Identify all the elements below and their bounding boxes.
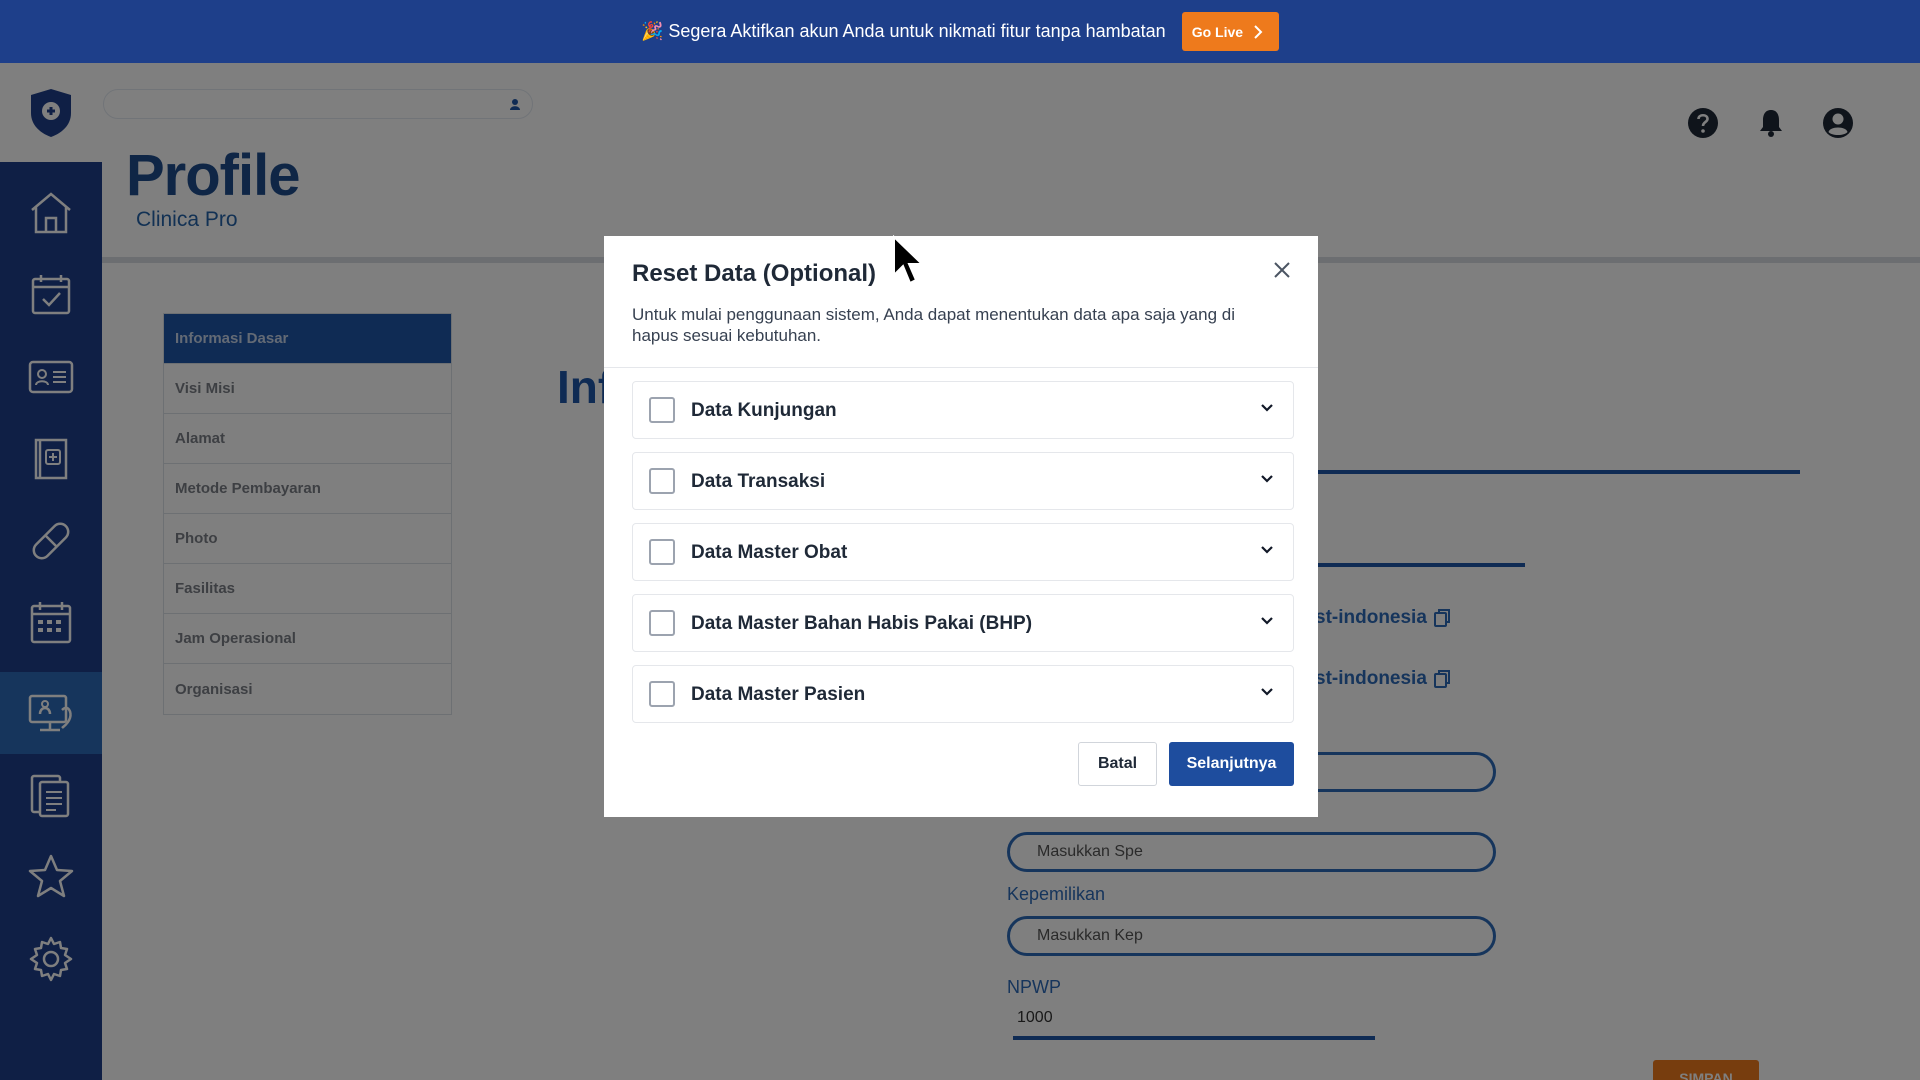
banner-message: 🎉 Segera Aktifkan akun Anda untuk nikmat… bbox=[640, 21, 1166, 41]
modal-divider bbox=[604, 367, 1318, 368]
checkbox[interactable] bbox=[649, 681, 675, 707]
modal-description: Untuk mulai penggunaan sistem, Anda dapa… bbox=[632, 305, 1235, 345]
chevron-down-icon[interactable] bbox=[1259, 400, 1275, 416]
option-data-master-bhp[interactable]: Data Master Bahan Habis Pakai (BHP) bbox=[632, 594, 1294, 652]
checkbox[interactable] bbox=[649, 468, 675, 494]
option-data-master-pasien[interactable]: Data Master Pasien bbox=[632, 665, 1294, 723]
checkbox[interactable] bbox=[649, 610, 675, 636]
option-data-kunjungan[interactable]: Data Kunjungan bbox=[632, 381, 1294, 439]
mouse-cursor-icon bbox=[893, 235, 925, 285]
option-data-master-obat[interactable]: Data Master Obat bbox=[632, 523, 1294, 581]
option-label: Data Master Pasien bbox=[691, 684, 866, 705]
checkbox[interactable] bbox=[649, 539, 675, 565]
chevron-down-icon[interactable] bbox=[1259, 542, 1275, 558]
next-button[interactable]: Selanjutnya bbox=[1169, 742, 1294, 786]
option-label: Data Kunjungan bbox=[691, 400, 837, 421]
go-live-button[interactable]: Go Live bbox=[1181, 12, 1280, 51]
checkbox[interactable] bbox=[649, 397, 675, 423]
party-icon: 🎉 bbox=[640, 21, 664, 41]
option-data-transaksi[interactable]: Data Transaksi bbox=[632, 452, 1294, 510]
option-label: Data Master Obat bbox=[691, 542, 848, 563]
modal-title: Reset Data (Optional) bbox=[632, 260, 877, 287]
activation-banner: 🎉 Segera Aktifkan akun Anda untuk nikmat… bbox=[0, 0, 1920, 63]
option-label: Data Transaksi bbox=[691, 471, 826, 492]
reset-data-modal: Reset Data (Optional) Untuk mulai penggu… bbox=[604, 236, 1318, 817]
option-label: Data Master Bahan Habis Pakai (BHP) bbox=[691, 613, 1033, 634]
chevron-down-icon[interactable] bbox=[1259, 613, 1275, 629]
close-icon[interactable] bbox=[1270, 258, 1294, 282]
cancel-button[interactable]: Batal bbox=[1078, 742, 1157, 786]
chevron-down-icon[interactable] bbox=[1259, 471, 1275, 487]
chevron-right-icon bbox=[1254, 24, 1263, 39]
chevron-down-icon[interactable] bbox=[1259, 684, 1275, 700]
